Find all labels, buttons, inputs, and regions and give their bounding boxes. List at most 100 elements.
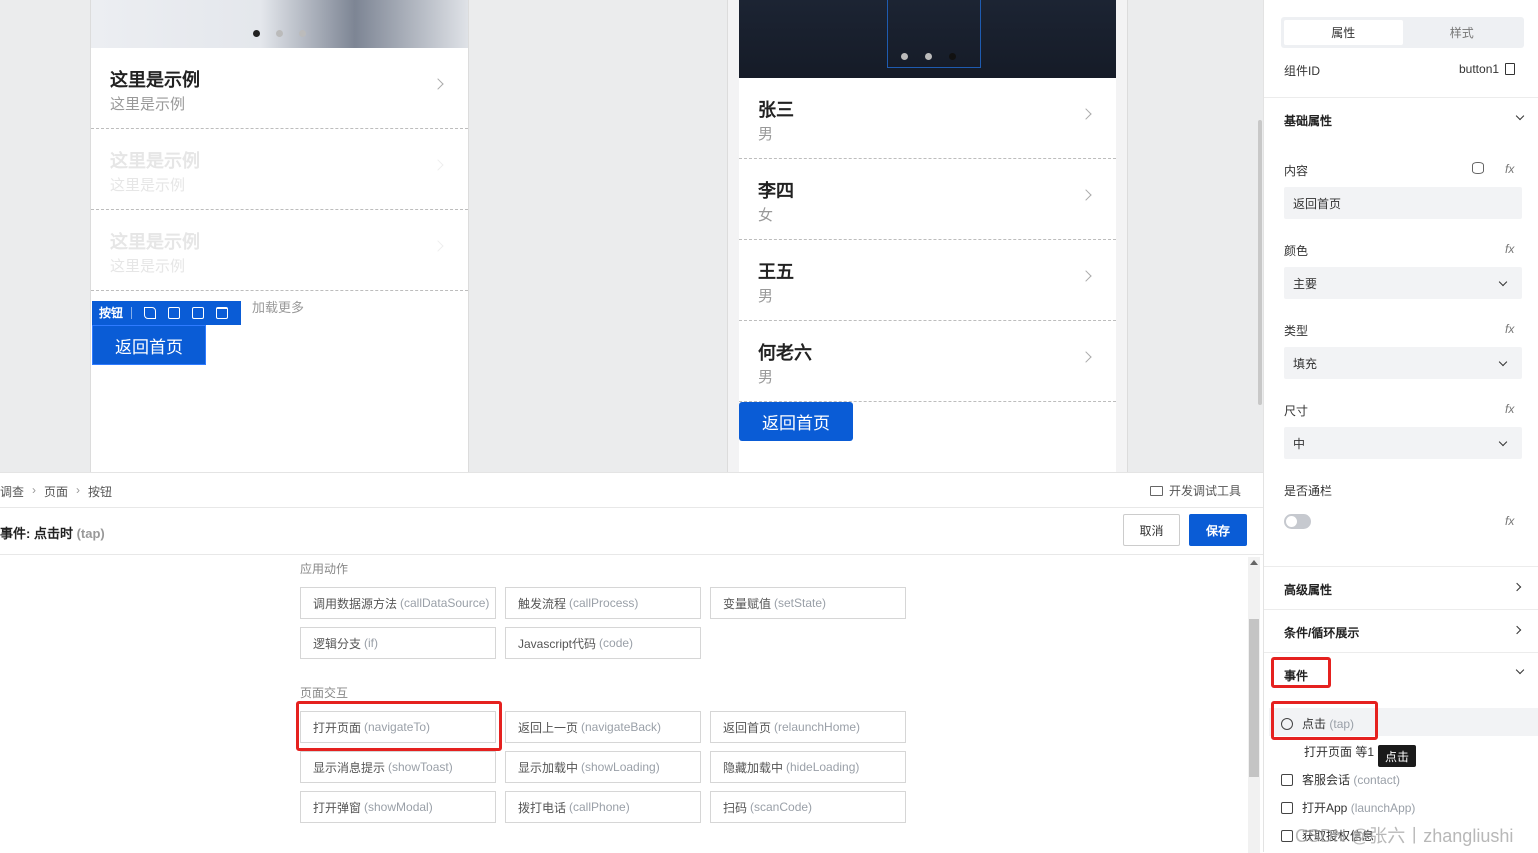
action-show-modal[interactable]: 打开弹窗 (showModal) — [300, 791, 496, 823]
event-tap-action-summary[interactable]: 打开页面 等1 — [1304, 743, 1374, 760]
list-item[interactable]: 这里是示例 这里是示例 — [91, 210, 468, 291]
action-set-state[interactable]: 变量赋值 (setState) — [710, 587, 906, 619]
fx-icon[interactable]: fx — [1505, 402, 1514, 416]
tab-properties[interactable]: 属性 — [1284, 20, 1403, 45]
fx-icon[interactable]: fx — [1505, 162, 1514, 176]
swiper-banner[interactable] — [739, 0, 1116, 78]
copy-icon[interactable] — [1505, 63, 1516, 75]
scroll-up-icon[interactable] — [1250, 560, 1258, 565]
chevron-down-icon[interactable] — [1515, 665, 1525, 675]
list-item[interactable]: 李四 女 — [739, 159, 1116, 240]
breadcrumb-item[interactable]: 按钮 — [88, 483, 112, 500]
content-label: 内容 — [1284, 164, 1309, 178]
delete-icon[interactable] — [216, 307, 229, 319]
load-more-text[interactable]: 加载更多 — [252, 297, 304, 316]
content-input[interactable]: 返回首页 — [1284, 187, 1522, 219]
list-item[interactable]: 张三 男 — [739, 78, 1116, 159]
database-icon[interactable] — [1472, 162, 1484, 174]
size-select-value: 中 — [1293, 436, 1306, 451]
action-label-en: (relaunchHome) — [774, 720, 861, 734]
event-panel-scrollbar[interactable] — [1248, 557, 1260, 853]
action-code[interactable]: Javascript代码 (code) — [505, 627, 701, 659]
event-title-en: (tap) — [76, 526, 105, 541]
banner-toggle[interactable] — [1284, 514, 1311, 529]
swiper-dot[interactable] — [299, 30, 306, 37]
divider — [1264, 652, 1538, 653]
size-label: 尺寸 — [1284, 404, 1309, 418]
swiper-banner[interactable] — [91, 0, 468, 48]
swiper-dot[interactable] — [925, 53, 932, 60]
action-show-toast[interactable]: 显示消息提示 (showToast) — [300, 751, 496, 783]
save-icon[interactable] — [168, 307, 181, 319]
save-button[interactable]: 保存 — [1189, 514, 1247, 546]
cancel-button[interactable]: 取消 — [1123, 514, 1180, 546]
divider — [0, 554, 1263, 555]
color-select[interactable]: 主要 — [1284, 267, 1522, 299]
action-scan-code[interactable]: 扫码 (scanCode) — [710, 791, 906, 823]
action-show-loading[interactable]: 显示加载中 (showLoading) — [505, 751, 701, 783]
action-label: 变量赋值 — [723, 596, 772, 611]
action-hide-loading[interactable]: 隐藏加载中 (hideLoading) — [710, 751, 906, 783]
basic-properties-header[interactable]: 基础属性 — [1284, 112, 1332, 129]
action-call-data-source[interactable]: 调用数据源方法 (callDataSource) — [300, 587, 496, 619]
type-select-value: 填充 — [1293, 356, 1318, 371]
event-label-cn: 打开App — [1302, 801, 1348, 815]
action-navigate-back[interactable]: 返回上一页 (navigateBack) — [505, 711, 701, 743]
list-item[interactable]: 何老六 男 — [739, 321, 1116, 402]
breadcrumb-item[interactable]: 页面 — [44, 483, 68, 500]
chevron-down-icon — [1498, 437, 1508, 447]
fx-icon[interactable]: fx — [1505, 514, 1514, 528]
home-button-selected[interactable]: 返回首页 — [92, 325, 206, 365]
design-canvas[interactable]: 这里是示例 这里是示例 这里是示例 这里是示例 这里是示例 这里是示例 加载更多… — [0, 0, 1263, 472]
copy-icon[interactable] — [192, 307, 205, 319]
list-item-title: 这里是示例 — [110, 151, 200, 171]
condition-loop-header[interactable]: 条件/循环展示 — [1284, 624, 1359, 641]
tooltip: 点击 — [1378, 745, 1417, 767]
event-launch-app[interactable]: 打开App (launchApp) — [1281, 799, 1415, 816]
devtools-button[interactable]: 开发调试工具 — [1149, 482, 1241, 499]
action-label-en: (if) — [364, 636, 379, 650]
action-label: 返回上一页 — [518, 720, 579, 735]
action-label-en: (scanCode) — [750, 800, 813, 814]
edit-icon[interactable] — [144, 307, 157, 319]
breadcrumb-separator-icon: › — [76, 483, 81, 497]
tab-styles[interactable]: 样式 — [1403, 20, 1522, 45]
chevron-right-icon[interactable] — [1512, 582, 1522, 592]
swiper-dot[interactable] — [949, 53, 956, 60]
fx-icon[interactable]: fx — [1505, 322, 1514, 336]
action-label: 隐藏加载中 — [723, 760, 784, 775]
breadcrumb-separator-icon: › — [32, 483, 37, 497]
size-select[interactable]: 中 — [1284, 427, 1522, 459]
action-label: 打开弹窗 — [313, 800, 362, 815]
swiper-dot[interactable] — [901, 53, 908, 60]
watermark-text: CSDN @张六丨zhangliushi — [1295, 826, 1514, 846]
action-call-phone[interactable]: 拨打电话 (callPhone) — [505, 791, 701, 823]
action-if[interactable]: 逻辑分支 (if) — [300, 627, 496, 659]
action-label-en: (callProcess) — [569, 596, 639, 610]
action-label: 显示加载中 — [518, 760, 579, 775]
action-call-process[interactable]: 触发流程 (callProcess) — [505, 587, 701, 619]
calendar-icon — [1281, 829, 1293, 842]
event-contact[interactable]: 客服会话 (contact) — [1281, 771, 1400, 788]
event-title: 事件: 点击时 (tap) — [0, 523, 105, 542]
breadcrumb-item[interactable]: 调查 — [0, 483, 24, 500]
swiper-dot[interactable] — [276, 30, 283, 37]
list-item-subtitle: 男 — [758, 369, 774, 386]
chevron-down-icon[interactable] — [1515, 111, 1525, 121]
chevron-right-icon — [432, 159, 444, 171]
fx-icon[interactable]: fx — [1505, 242, 1514, 256]
chevron-down-icon — [1498, 357, 1508, 367]
action-label-en: (setState) — [774, 596, 827, 610]
list-item[interactable]: 王五 男 — [739, 240, 1116, 321]
list-item[interactable]: 这里是示例 这里是示例 — [91, 48, 468, 129]
swiper-dot[interactable] — [253, 30, 260, 37]
type-select[interactable]: 填充 — [1284, 347, 1522, 379]
home-button[interactable]: 返回首页 — [739, 402, 853, 441]
chevron-right-icon[interactable] — [1512, 625, 1522, 635]
action-label: 触发流程 — [518, 596, 567, 611]
component-toolbar: 按钮 — [92, 301, 241, 325]
divider — [0, 507, 1263, 508]
advanced-properties-header[interactable]: 高级属性 — [1284, 581, 1332, 598]
list-item[interactable]: 这里是示例 这里是示例 — [91, 129, 468, 210]
action-relaunch-home[interactable]: 返回首页 (relaunchHome) — [710, 711, 906, 743]
